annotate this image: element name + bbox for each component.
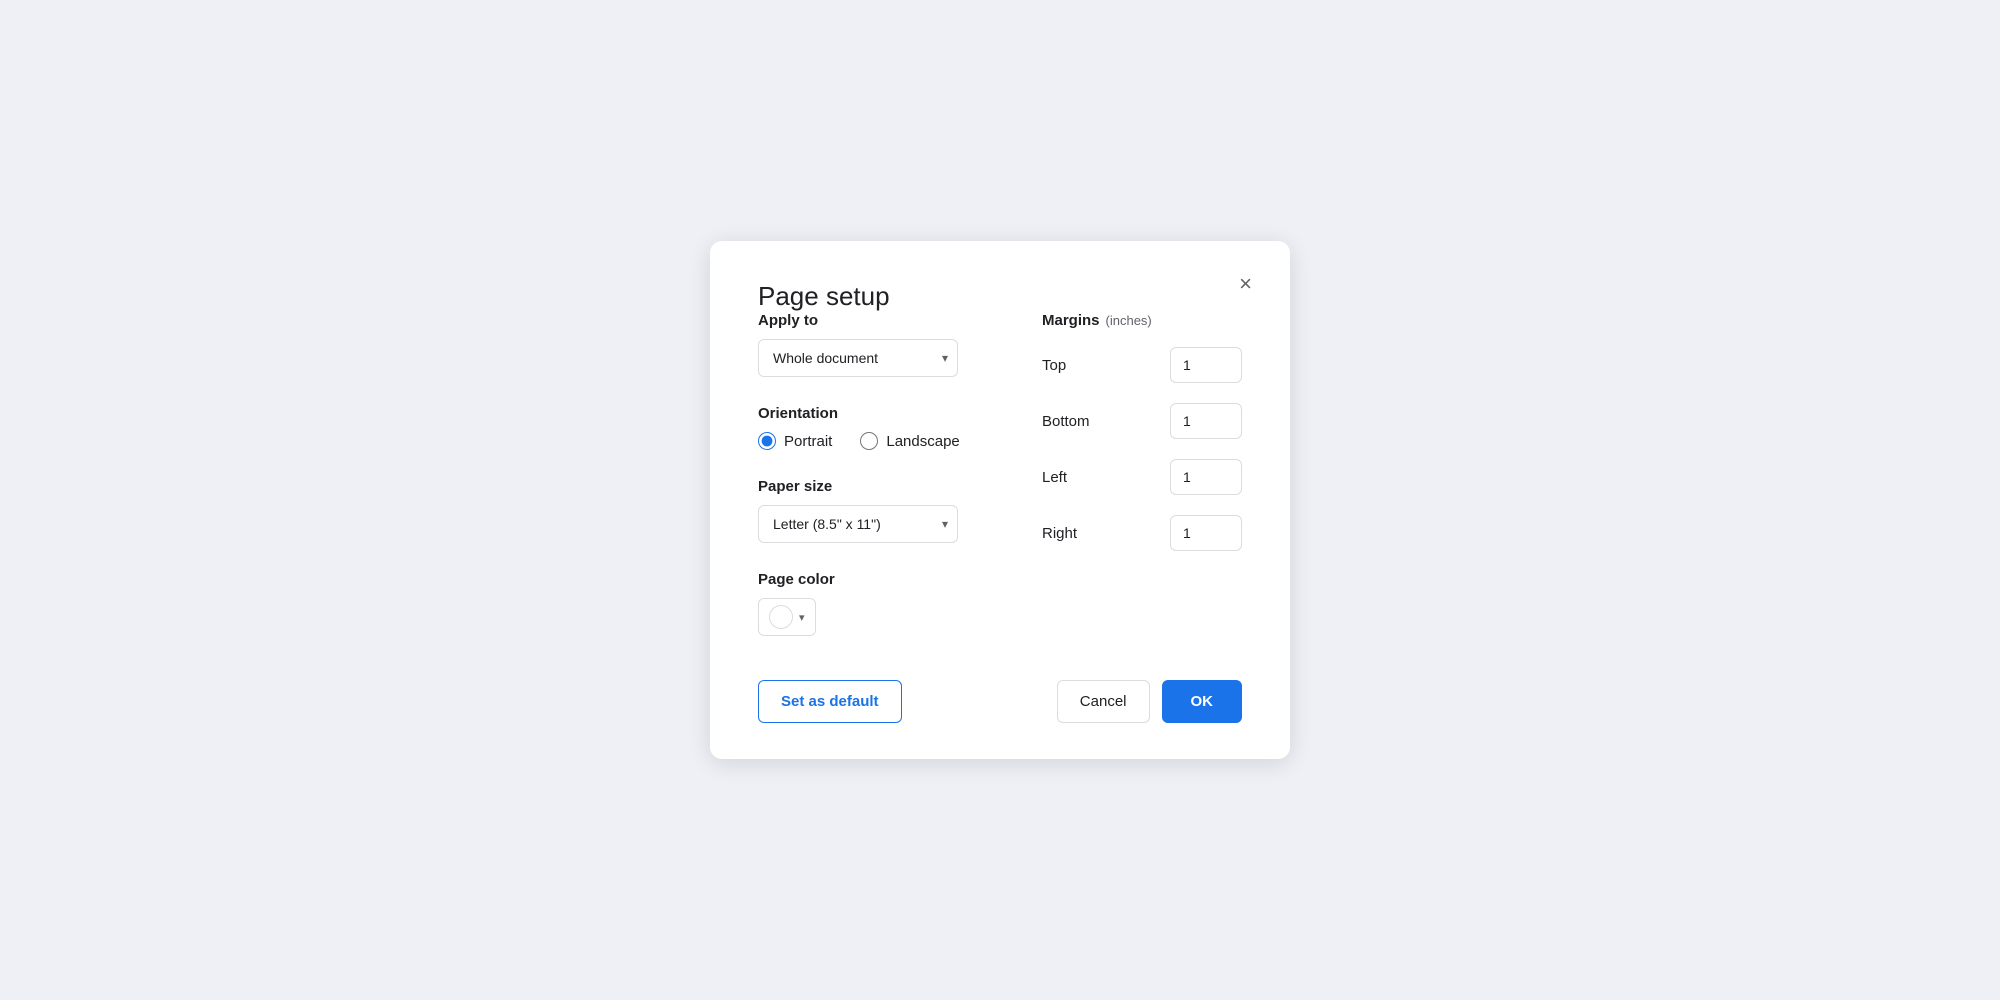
dialog-footer: Set as default Cancel OK: [758, 672, 1242, 723]
page-setup-dialog: Page setup × Apply to Whole document Thi…: [710, 241, 1290, 759]
landscape-option[interactable]: Landscape: [860, 432, 959, 450]
margins-unit-text: (inches): [1106, 313, 1152, 328]
landscape-label: Landscape: [886, 433, 959, 450]
margin-right-label: Right: [1042, 525, 1102, 542]
page-color-section: Page color ▾: [758, 571, 1002, 636]
apply-to-label: Apply to: [758, 312, 1002, 329]
portrait-label: Portrait: [784, 433, 832, 450]
apply-to-select[interactable]: Whole document This section Selected tex…: [758, 339, 958, 377]
paper-size-wrapper: Letter (8.5" x 11") A4 Legal Tabloid ▾: [758, 505, 958, 543]
margin-bottom-row: Bottom: [1042, 403, 1242, 439]
dialog-body: Apply to Whole document This section Sel…: [758, 312, 1242, 636]
color-swatch: [769, 605, 793, 629]
color-arrow-icon: ▾: [799, 611, 805, 624]
margin-top-row: Top: [1042, 347, 1242, 383]
paper-size-select[interactable]: Letter (8.5" x 11") A4 Legal Tabloid: [758, 505, 958, 543]
landscape-radio[interactable]: [860, 432, 878, 450]
margin-bottom-label: Bottom: [1042, 413, 1102, 430]
orientation-options: Portrait Landscape: [758, 432, 1002, 450]
margin-bottom-input[interactable]: [1170, 403, 1242, 439]
orientation-section: Orientation Portrait Landscape: [758, 405, 1002, 450]
backdrop: Page setup × Apply to Whole document Thi…: [0, 0, 2000, 1000]
margins-label-text: Margins: [1042, 312, 1100, 329]
set-default-button[interactable]: Set as default: [758, 680, 902, 723]
portrait-option[interactable]: Portrait: [758, 432, 832, 450]
margin-top-label: Top: [1042, 357, 1102, 374]
orientation-label: Orientation: [758, 405, 1002, 422]
paper-size-label: Paper size: [758, 478, 1002, 495]
close-button[interactable]: ×: [1233, 269, 1258, 299]
margins-section: Margins (inches) Top Bottom Left Right: [1042, 312, 1242, 636]
margin-left-input[interactable]: [1170, 459, 1242, 495]
paper-size-section: Paper size Letter (8.5" x 11") A4 Legal …: [758, 478, 1002, 543]
apply-to-wrapper: Whole document This section Selected tex…: [758, 339, 958, 377]
page-color-button[interactable]: ▾: [758, 598, 816, 636]
cancel-button[interactable]: Cancel: [1057, 680, 1150, 723]
footer-right-buttons: Cancel OK: [1057, 680, 1242, 723]
margin-left-label: Left: [1042, 469, 1102, 486]
margin-right-input[interactable]: [1170, 515, 1242, 551]
left-column: Apply to Whole document This section Sel…: [758, 312, 1002, 636]
ok-button[interactable]: OK: [1162, 680, 1243, 723]
apply-to-section: Apply to Whole document This section Sel…: [758, 312, 1002, 377]
margin-left-row: Left: [1042, 459, 1242, 495]
page-color-label: Page color: [758, 571, 1002, 588]
margins-heading: Margins (inches): [1042, 312, 1242, 329]
dialog-title: Page setup: [758, 281, 890, 311]
margin-top-input[interactable]: [1170, 347, 1242, 383]
margin-right-row: Right: [1042, 515, 1242, 551]
portrait-radio[interactable]: [758, 432, 776, 450]
